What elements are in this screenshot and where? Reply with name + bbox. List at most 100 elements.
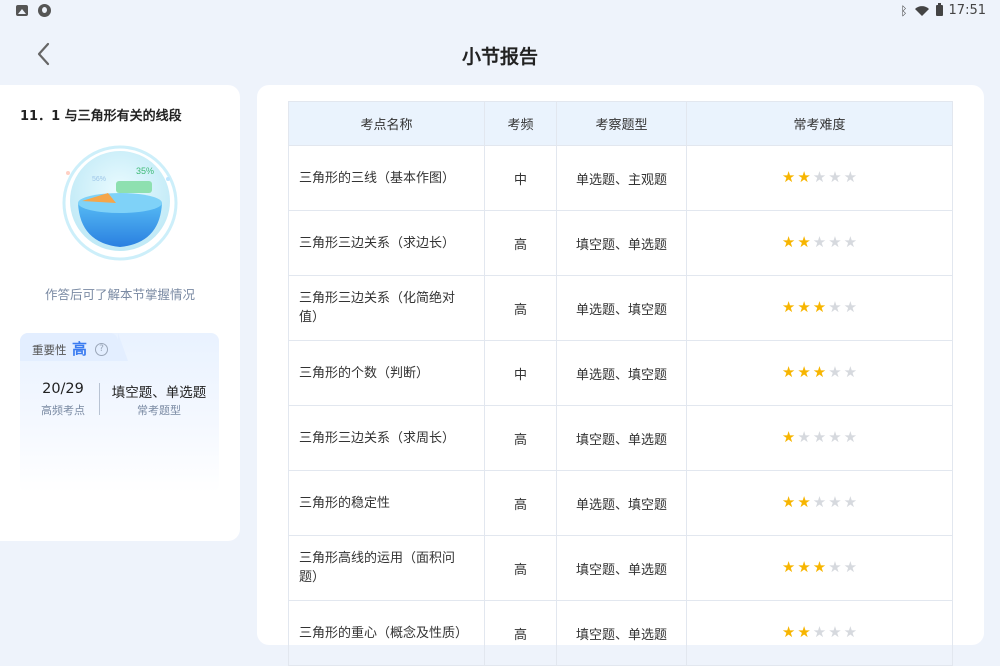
question-types: 单选题、填空题: [556, 340, 687, 406]
gauge-label-b: 35%: [136, 166, 154, 176]
page-title: 小节报告: [461, 46, 538, 68]
table-row[interactable]: 三角形的稳定性高单选题、填空题 ★ ★ ★ ★ ★: [288, 470, 953, 536]
table-row[interactable]: 三角形的个数（判断）中单选题、填空题 ★ ★ ★ ★ ★: [288, 340, 953, 406]
star-empty-icon: ★: [828, 558, 842, 576]
importance-label: 重要性: [32, 343, 67, 357]
question-types: 填空题、单选题: [556, 210, 687, 276]
column-header-frequency: 考频: [484, 101, 557, 146]
section-title: 11．1 与三角形有关的线段: [20, 109, 182, 124]
star-rating: ★ ★ ★ ★ ★: [782, 170, 857, 185]
star-filled-icon: ★: [797, 363, 811, 381]
star-empty-icon: ★: [812, 493, 827, 511]
star-empty-icon: ★: [843, 363, 858, 381]
star-filled-icon: ★: [797, 623, 811, 641]
exam-frequency: 高: [484, 405, 557, 471]
star-empty-icon: ★: [843, 233, 858, 251]
star-filled-icon: ★: [812, 298, 827, 316]
star-filled-icon: ★: [781, 298, 796, 316]
star-rating: ★ ★ ★ ★ ★: [782, 235, 857, 250]
star-filled-icon: ★: [781, 558, 796, 576]
importance-value: 高: [72, 340, 88, 358]
exam-frequency: 中: [484, 145, 557, 211]
star-empty-icon: ★: [843, 298, 858, 316]
difficulty-rating: ★ ★ ★ ★ ★: [686, 340, 953, 406]
knowledge-point-name: 三角形三边关系（求周长）: [288, 405, 485, 471]
gallery-notification-icon: [16, 5, 28, 16]
column-header-difficulty: 常考难度: [686, 101, 953, 146]
star-empty-icon: ★: [812, 623, 827, 641]
question-types: 单选题、填空题: [556, 275, 687, 341]
exam-frequency: 高: [484, 275, 557, 341]
status-time: 17:51: [948, 3, 986, 18]
stat-divider: [99, 383, 100, 415]
star-filled-icon: ★: [781, 168, 796, 186]
star-empty-icon: ★: [828, 428, 842, 446]
star-empty-icon: ★: [812, 428, 827, 446]
status-bar: ᛒ 17:51: [0, 0, 1000, 24]
exam-frequency: 高: [484, 535, 557, 601]
star-filled-icon: ★: [797, 168, 811, 186]
table-row[interactable]: 三角形三边关系（求周长）高填空题、单选题 ★ ★ ★ ★ ★: [288, 405, 953, 471]
common-question-types: 填空题、单选题: [111, 385, 207, 401]
star-filled-icon: ★: [812, 558, 827, 576]
star-empty-icon: ★: [828, 363, 842, 381]
high-frequency-count: 20/29: [42, 381, 84, 397]
star-empty-icon: ★: [843, 493, 858, 511]
help-icon[interactable]: ?: [95, 343, 108, 356]
table-row[interactable]: 三角形三边关系（求边长）高填空题、单选题 ★ ★ ★ ★ ★: [288, 210, 953, 276]
table-row[interactable]: 三角形三边关系（化简绝对值）高单选题、填空题 ★ ★ ★ ★ ★: [288, 275, 953, 341]
star-empty-icon: ★: [828, 298, 842, 316]
star-empty-icon: ★: [843, 623, 858, 641]
knowledge-point-name: 三角形三边关系（求边长）: [288, 210, 485, 276]
star-empty-icon: ★: [828, 493, 842, 511]
battery-icon: [935, 3, 943, 16]
difficulty-rating: ★ ★ ★ ★ ★: [686, 535, 953, 601]
star-filled-icon: ★: [797, 558, 811, 576]
question-types: 填空题、单选题: [556, 405, 687, 471]
star-rating: ★ ★ ★ ★ ★: [782, 560, 857, 575]
star-filled-icon: ★: [781, 233, 796, 251]
star-empty-icon: ★: [843, 558, 858, 576]
question-types: 单选题、填空题: [556, 470, 687, 536]
knowledge-point-name: 三角形高线的运用（面积问题）: [288, 535, 485, 601]
star-rating: ★ ★ ★ ★ ★: [782, 430, 857, 445]
star-filled-icon: ★: [797, 233, 811, 251]
star-filled-icon: ★: [797, 493, 811, 511]
knowledge-point-name: 三角形的个数（判断）: [288, 340, 485, 406]
knowledge-point-name: 三角形的重心（概念及性质）: [288, 600, 485, 666]
star-empty-icon: ★: [828, 623, 842, 641]
star-rating: ★ ★ ★ ★ ★: [782, 625, 857, 640]
star-empty-icon: ★: [843, 428, 858, 446]
star-empty-icon: ★: [812, 233, 827, 251]
high-frequency-label: 高频考点: [41, 404, 85, 417]
question-types: 填空题、单选题: [556, 535, 687, 601]
star-empty-icon: ★: [828, 168, 842, 186]
difficulty-rating: ★ ★ ★ ★ ★: [686, 470, 953, 536]
star-filled-icon: ★: [781, 428, 796, 446]
mastery-gauge-illustration: 56% 35%: [62, 145, 178, 261]
exam-frequency: 高: [484, 210, 557, 276]
star-empty-icon: ★: [812, 168, 827, 186]
section-summary-card: 11．1 与三角形有关的线段 56% 35% 作答后可了解本节掌握情况 重要性 …: [0, 85, 240, 541]
difficulty-rating: ★ ★ ★ ★ ★: [686, 145, 953, 211]
star-empty-icon: ★: [828, 233, 842, 251]
exam-frequency: 高: [484, 600, 557, 666]
table-row[interactable]: 三角形的重心（概念及性质）高填空题、单选题 ★ ★ ★ ★ ★: [288, 600, 953, 666]
wifi-icon: [914, 5, 929, 16]
table-row[interactable]: 三角形的三线（基本作图）中单选题、主观题 ★ ★ ★ ★ ★: [288, 145, 953, 211]
star-rating: ★ ★ ★ ★ ★: [782, 365, 857, 380]
column-header-name: 考点名称: [288, 101, 485, 146]
question-types: 填空题、单选题: [556, 600, 687, 666]
bluetooth-icon: ᛒ: [900, 3, 908, 18]
question-types: 单选题、主观题: [556, 145, 687, 211]
difficulty-rating: ★ ★ ★ ★ ★: [686, 405, 953, 471]
knowledge-points-card: 考点名称 考频 考察题型 常考难度 三角形的三线（基本作图）中单选题、主观题 ★ ★…: [257, 85, 984, 666]
knowledge-points-table: 考点名称 考频 考察题型 常考难度 三角形的三线（基本作图）中单选题、主观题 ★ ★…: [288, 101, 953, 666]
common-question-types-label: 常考题型: [137, 404, 181, 417]
star-empty-icon: ★: [843, 168, 858, 186]
star-filled-icon: ★: [781, 363, 796, 381]
column-header-question-type: 考察题型: [556, 101, 687, 146]
difficulty-rating: ★ ★ ★ ★ ★: [686, 600, 953, 666]
star-rating: ★ ★ ★ ★ ★: [782, 300, 857, 315]
table-row[interactable]: 三角形高线的运用（面积问题）高填空题、单选题 ★ ★ ★ ★ ★: [288, 535, 953, 601]
